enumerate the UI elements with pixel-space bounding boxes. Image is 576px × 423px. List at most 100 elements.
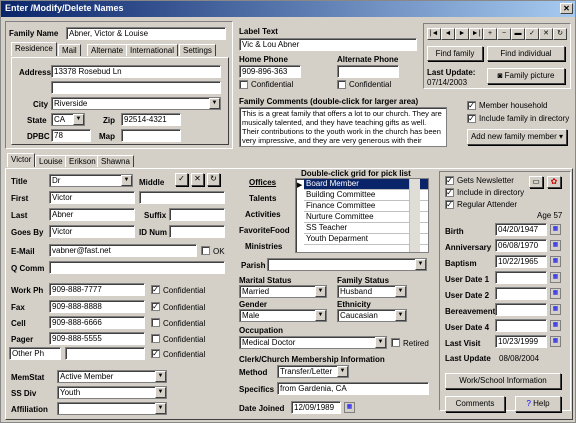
include-in-directory-checkbox[interactable]: ✓ <box>445 188 454 197</box>
include-directory-checkbox[interactable]: ✓ <box>467 114 476 123</box>
find-individual-button[interactable]: Find individual <box>487 46 565 61</box>
cell-input[interactable]: 909-888-6666 <box>49 316 145 329</box>
newsletter-checkbox[interactable]: ✓ <box>445 176 454 185</box>
offices-label[interactable]: Offices <box>249 178 276 187</box>
first-name-input[interactable]: Victor <box>49 191 135 204</box>
favorite-food-label[interactable]: FavoriteFood <box>239 226 290 235</box>
tab-louise[interactable]: Louise <box>35 155 67 167</box>
last-record-button[interactable]: ►| <box>469 28 483 40</box>
family-picture-button[interactable]: ◙ Family picture <box>487 68 565 84</box>
dpbc-input[interactable]: 78 <box>51 129 91 142</box>
refresh-person-button[interactable]: ↻ <box>207 173 220 186</box>
tab-victor[interactable]: Victor <box>7 153 36 167</box>
gender-select[interactable]: Male ▼ <box>239 309 327 322</box>
tab-shawna[interactable]: Shawna <box>97 155 134 167</box>
user-date-4-input[interactable] <box>495 319 547 332</box>
retired-checkbox[interactable] <box>391 338 400 347</box>
pager-confidential-checkbox[interactable] <box>151 334 160 343</box>
tab-residence[interactable]: Residence <box>11 42 57 56</box>
label-text-input[interactable]: Vic & Lou Abner <box>239 38 417 51</box>
work-confidential-checkbox[interactable]: ✓ <box>151 285 160 294</box>
birth-input[interactable]: 04/20/1947 <box>495 223 547 236</box>
ministries-label[interactable]: Ministries <box>245 242 282 251</box>
address1-input[interactable]: 13378 Rosebud Ln <box>51 65 221 78</box>
method-select[interactable]: Transfer/Letter ▼ <box>277 365 349 378</box>
tab-mail[interactable]: Mail <box>58 44 81 56</box>
post-person-button[interactable]: ✓ <box>175 173 188 186</box>
family-name-input[interactable]: Abner, Victor & Louise <box>66 27 226 40</box>
add-family-member-button[interactable]: Add new family member ▾ <box>467 129 567 145</box>
alt-phone-confidential-checkbox[interactable] <box>337 80 346 89</box>
calendar-icon[interactable]: ▦ <box>550 240 561 251</box>
map-input[interactable] <box>121 129 181 142</box>
regular-attender-checkbox[interactable]: ✓ <box>445 200 454 209</box>
calendar-icon[interactable]: ▦ <box>344 402 355 413</box>
family-status-select[interactable]: Husband ▼ <box>337 285 407 298</box>
member-household-checkbox[interactable]: ✓ <box>467 101 476 110</box>
first-record-button[interactable]: |◄ <box>427 28 441 40</box>
calendar-icon[interactable]: ▦ <box>550 256 561 267</box>
other-phone-label-input[interactable]: Other Ph <box>9 347 61 360</box>
goes-by-input[interactable]: Victor <box>49 225 135 238</box>
palette-icon[interactable]: ✿ <box>547 176 561 188</box>
work-school-button[interactable]: Work/School Information <box>445 373 561 389</box>
other-phone-input[interactable] <box>65 347 145 360</box>
grid-scrollbar[interactable] <box>409 179 420 252</box>
id-card-icon[interactable]: ▭ <box>529 176 543 188</box>
comments-button[interactable]: Comments <box>445 396 505 412</box>
other-confidential-checkbox[interactable]: ✓ <box>151 349 160 358</box>
email-ok-checkbox[interactable] <box>201 246 210 255</box>
occupation-select[interactable]: Medical Doctor ▼ <box>239 336 387 349</box>
fax-confidential-checkbox[interactable]: ✓ <box>151 302 160 311</box>
family-comments-memo[interactable]: This is a great family that offers a lot… <box>239 107 447 147</box>
home-phone-input[interactable]: 909-896-363 <box>239 65 301 78</box>
ethnicity-select[interactable]: Caucasian ▼ <box>337 309 407 322</box>
middle-name-input[interactable] <box>139 191 225 204</box>
tab-settings[interactable]: Settings <box>179 44 216 56</box>
ss-div-select[interactable]: Youth ▼ <box>57 386 167 399</box>
cell-confidential-checkbox[interactable] <box>151 318 160 327</box>
specifics-input[interactable]: from Gardenia, CA <box>277 382 429 395</box>
user-date-1-input[interactable] <box>495 271 547 284</box>
date-joined-input[interactable]: 12/09/1989 <box>291 401 341 414</box>
suffix-input[interactable] <box>169 208 225 221</box>
last-visit-input[interactable]: 10/23/1999 <box>495 335 547 348</box>
pager-input[interactable]: 909-888-5555 <box>49 332 145 345</box>
parish-select[interactable]: ▼ <box>267 258 427 271</box>
fax-input[interactable]: 909-888-8888 <box>49 300 145 313</box>
refresh-record-button[interactable]: ↻ <box>553 28 567 40</box>
memstat-select[interactable]: Active Member ▼ <box>57 370 167 383</box>
find-family-button[interactable]: Find family <box>427 46 483 61</box>
anniversary-input[interactable]: 06/08/1970 <box>495 239 547 252</box>
cancel-record-button[interactable]: ✕ <box>539 28 553 40</box>
alternate-phone-input[interactable] <box>337 65 399 78</box>
talents-label[interactable]: Talents <box>249 194 276 203</box>
calendar-icon[interactable]: ▦ <box>550 336 561 347</box>
close-button[interactable]: ✕ <box>560 3 573 14</box>
next-record-button[interactable]: ► <box>455 28 469 40</box>
user-date-2-input[interactable] <box>495 287 547 300</box>
calendar-icon[interactable]: ▦ <box>550 288 561 299</box>
email-input[interactable]: vabner@fast.net <box>49 244 197 257</box>
tab-erikson[interactable]: Erikson <box>65 155 100 167</box>
calendar-icon[interactable]: ▦ <box>550 304 561 315</box>
post-record-button[interactable]: ✓ <box>525 28 539 40</box>
delete-record-button[interactable]: − <box>497 28 511 40</box>
affiliation-select[interactable]: ▼ <box>57 402 167 415</box>
work-phone-input[interactable]: 909-888-7777 <box>49 283 145 296</box>
tab-alternate[interactable]: Alternate <box>87 44 128 56</box>
home-phone-confidential-checkbox[interactable] <box>239 80 248 89</box>
address2-input[interactable] <box>51 81 221 94</box>
state-select[interactable]: CA ▼ <box>51 113 85 126</box>
calendar-icon[interactable]: ▦ <box>550 272 561 283</box>
zip-input[interactable]: 92514-4321 <box>121 113 181 126</box>
title-select[interactable]: Dr ▼ <box>49 174 133 187</box>
calendar-icon[interactable]: ▦ <box>550 320 561 331</box>
calendar-icon[interactable]: ▦ <box>550 224 561 235</box>
id-num-input[interactable] <box>169 225 225 238</box>
tab-international[interactable]: International <box>126 44 179 56</box>
last-name-input[interactable]: Abner <box>49 208 135 221</box>
marital-status-select[interactable]: Married ▼ <box>239 285 327 298</box>
prev-record-button[interactable]: ◄ <box>441 28 455 40</box>
q-comm-input[interactable] <box>49 261 225 274</box>
